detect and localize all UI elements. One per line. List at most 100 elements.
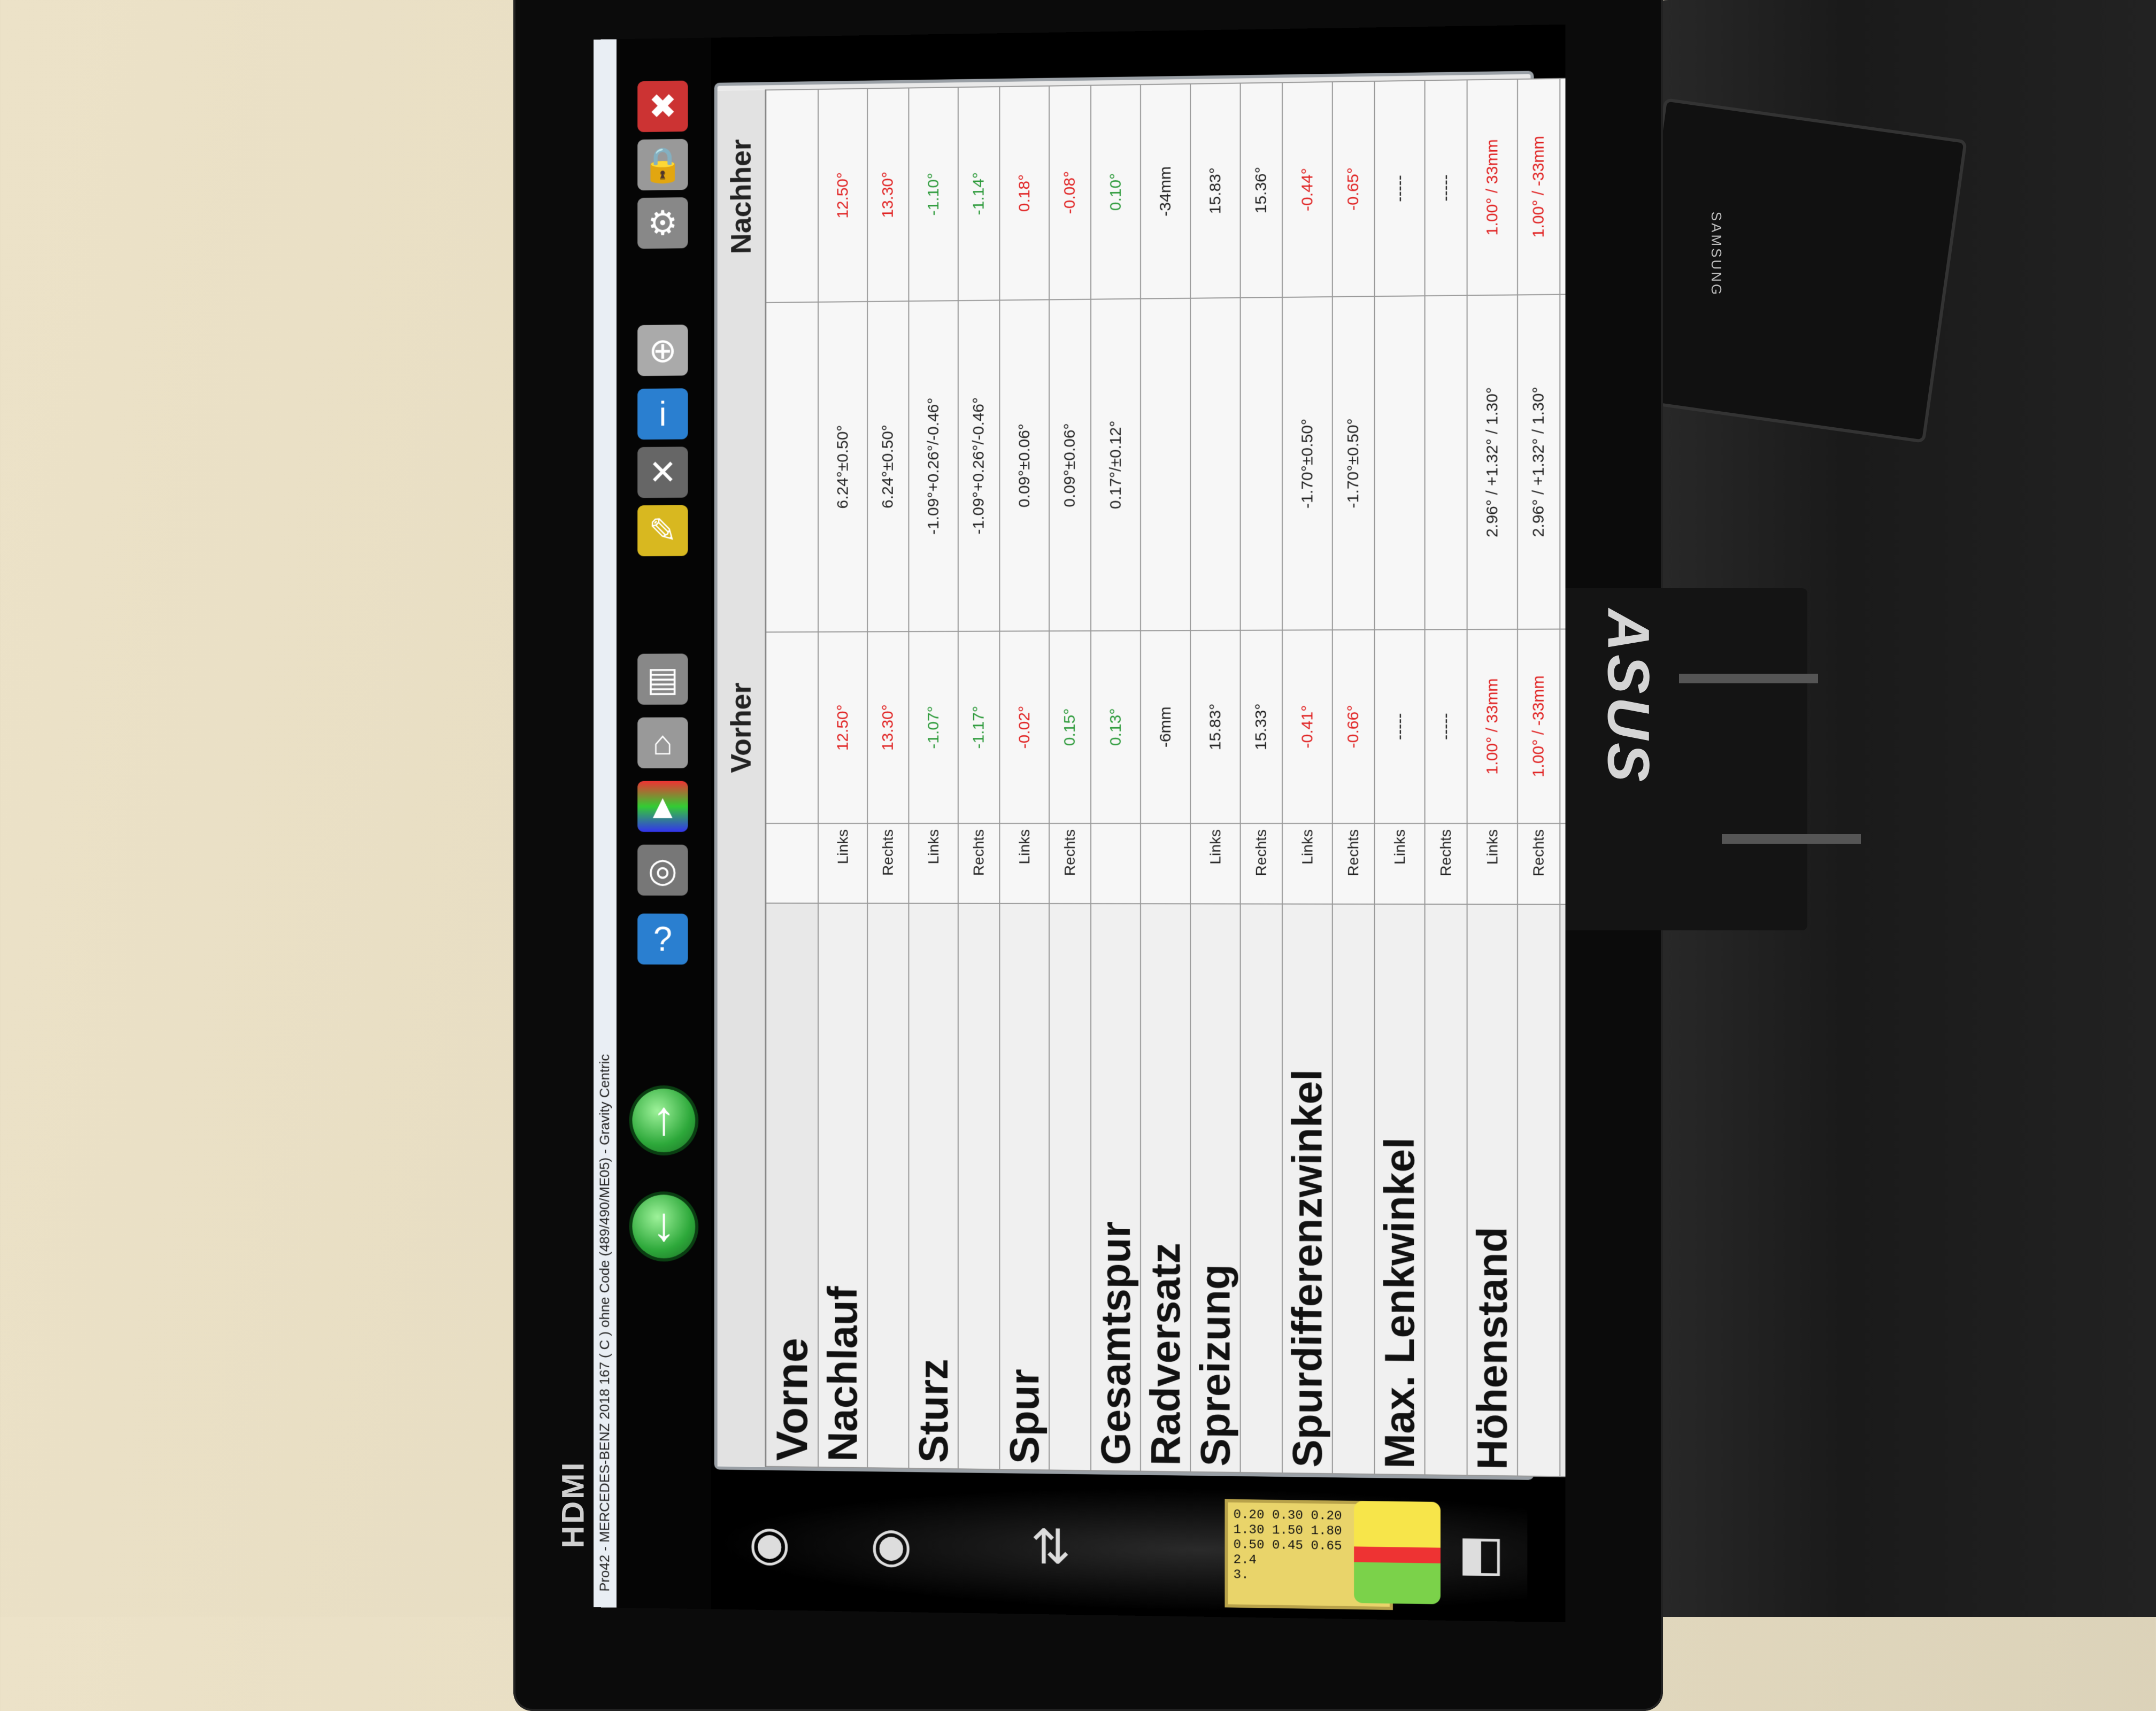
- table-header-row: Vorher Nachher: [717, 90, 766, 1467]
- header-after: Nachher: [717, 90, 766, 303]
- row-before-value: 15.83°: [1190, 630, 1241, 823]
- exit-icon[interactable]: ✖: [637, 80, 688, 133]
- stand-slot: [1722, 834, 1861, 844]
- table-row: Rechts 0.15° 0.09°±0.06° -0.08°: [1049, 85, 1091, 1471]
- row-after-value: -0.65°: [1332, 81, 1375, 297]
- row-spec-value: [1140, 298, 1191, 631]
- results-panel: Vorher Nachher Vorne Nachlauf Links 12.50° 6…: [714, 71, 1566, 1483]
- row-label: Höhenstand: [1467, 904, 1518, 1476]
- table-row: Max. Lenkwinkel Links ----- -----: [1374, 80, 1425, 1475]
- header-spec: [717, 302, 766, 633]
- row-label: Spreizung: [1190, 904, 1241, 1473]
- row-label: [1240, 904, 1283, 1473]
- lock-icon[interactable]: 🔒: [637, 138, 688, 191]
- wheel-icon[interactable]: ◎: [637, 844, 688, 896]
- row-spec-value: [1560, 294, 1566, 629]
- help-icon[interactable]: ?: [637, 913, 688, 965]
- row-side: Rechts: [1049, 823, 1091, 904]
- row-side: [1140, 823, 1191, 904]
- zoom-icon[interactable]: ⊕: [637, 325, 688, 376]
- row-label: [1332, 904, 1375, 1475]
- row-side: [1560, 823, 1566, 905]
- row-spec-value: -1.09°+0.26°/-0.46°: [908, 300, 958, 632]
- row-after-value: -34mm: [1140, 83, 1191, 299]
- caster-icon[interactable]: ◉: [730, 1503, 809, 1584]
- row-after-value: -----: [1374, 80, 1425, 297]
- row-spec-value: [1374, 296, 1425, 630]
- table-row: Spreizung Links 15.83° 15.83°: [1190, 83, 1241, 1473]
- row-after-value: 1.00° / -33mm: [1517, 78, 1560, 295]
- row-after-value: 15.83°: [1190, 83, 1241, 298]
- row-after-value: 15.36°: [1240, 82, 1283, 298]
- row-before-value: [1560, 629, 1566, 823]
- row-side: Links: [1282, 823, 1333, 904]
- info-icon[interactable]: i: [637, 388, 688, 440]
- row-before-value: -1.07°: [908, 631, 958, 823]
- row-before-value: -1.17°: [958, 631, 1000, 823]
- table-row: Spurdifferenzwinkel Links -0.41° -1.70°±0.5…: [1282, 82, 1333, 1474]
- row-spec-value: 0.09°±0.06°: [1049, 299, 1091, 631]
- row-label: [1517, 904, 1560, 1477]
- row-before-value: 12.50°: [818, 631, 868, 823]
- alignment-map-values: 0.20 0.30 0.20 1.30 1.50 1.80 0.50 0.45 …: [1233, 1507, 1342, 1583]
- table-row: Rechts ----- -----: [1424, 80, 1467, 1476]
- row-side: Rechts: [958, 823, 1000, 904]
- row-spec-value: [1240, 297, 1283, 630]
- row-spec-value: 6.24°±0.50°: [818, 301, 868, 632]
- row-before-value: 15.33°: [1240, 630, 1283, 823]
- table-row: Rechts 15.33° 15.36°: [1240, 82, 1283, 1473]
- row-side: Links: [1190, 823, 1241, 904]
- row-after-value: -----: [1424, 80, 1467, 296]
- camber-icon[interactable]: ◉: [851, 1505, 931, 1586]
- screen: Pro42 - MERCEDES-BENZ 2018 167 ( C ) ohn…: [593, 24, 1566, 1623]
- row-side: [1090, 823, 1141, 904]
- camera-device: [1621, 97, 1968, 444]
- row-before-value: -0.66°: [1332, 629, 1375, 823]
- color-chart-icon[interactable]: ▲: [637, 781, 688, 832]
- table-row: Rechts -1.17° -1.09°+0.26°/-0.46° -1.14°: [958, 87, 1000, 1470]
- row-spec-value: [765, 302, 819, 633]
- table-row: Vorne: [765, 89, 819, 1467]
- row-spec-value: -1.09°+0.26°/-0.46°: [958, 300, 1000, 631]
- row-label: Radversatz: [1140, 904, 1191, 1472]
- row-before-value: -6mm: [1140, 630, 1191, 823]
- row-side: Rechts: [1517, 823, 1560, 905]
- toe-icon[interactable]: ⇅: [1011, 1507, 1091, 1588]
- row-after-value: [1560, 78, 1566, 295]
- car-icon[interactable]: [1354, 1500, 1441, 1605]
- row-spec-value: 0.17°/±0.12°: [1090, 298, 1141, 631]
- table-row: Hinten: [1560, 78, 1566, 1477]
- row-after-value: 0.18°: [999, 86, 1050, 300]
- row-spec-value: 2.96° / +1.32° / 1.30°: [1517, 294, 1560, 629]
- alignment-results-table: Vorher Nachher Vorne Nachlauf Links 12.50° 6…: [717, 71, 1566, 1483]
- row-before-value: 1.00° / 33mm: [1467, 629, 1518, 823]
- row-after-value: 13.30°: [867, 88, 909, 302]
- wrench-icon[interactable]: ✕: [637, 446, 688, 498]
- row-before-value: [765, 631, 819, 823]
- stand-slot: [1679, 674, 1818, 683]
- row-spec-value: 6.24°±0.50°: [867, 301, 909, 632]
- house-icon[interactable]: ⌂: [637, 717, 688, 768]
- print-icon[interactable]: ▤: [637, 653, 688, 705]
- row-side: Rechts: [1424, 823, 1467, 905]
- hdmi-label: HDMI: [556, 1460, 591, 1548]
- settings-icon[interactable]: ⚙: [637, 197, 688, 249]
- row-label: Nachlauf: [818, 903, 868, 1468]
- tools-icon[interactable]: ✎: [637, 505, 688, 557]
- nav-down-button[interactable]: ↓: [632, 1194, 696, 1259]
- row-before-value: -0.02°: [999, 631, 1050, 823]
- row-before-value: -----: [1374, 629, 1425, 823]
- row-before-value: 13.30°: [867, 631, 909, 823]
- header-side: [717, 823, 766, 904]
- row-side: Links: [1467, 823, 1518, 905]
- monitor-brand-label: ASUS: [1595, 608, 1661, 785]
- row-side: Rechts: [1240, 823, 1283, 904]
- nav-up-button[interactable]: ↑: [632, 1088, 696, 1153]
- lift-icon[interactable]: ◧: [1441, 1513, 1522, 1594]
- table-row: Nachlauf Links 12.50° 6.24°±0.50° 12.50°: [818, 88, 868, 1468]
- row-label: [1049, 903, 1091, 1471]
- table-row: Sturz Links -1.07° -1.09°+0.26°/-0.46° -1.10…: [908, 87, 958, 1469]
- row-spec-value: 0.09°±0.06°: [999, 299, 1050, 631]
- row-after-value: -0.08°: [1049, 85, 1091, 300]
- results-table-frame: Vorher Nachher Vorne Nachlauf Links 12.50° 6…: [717, 71, 1566, 1483]
